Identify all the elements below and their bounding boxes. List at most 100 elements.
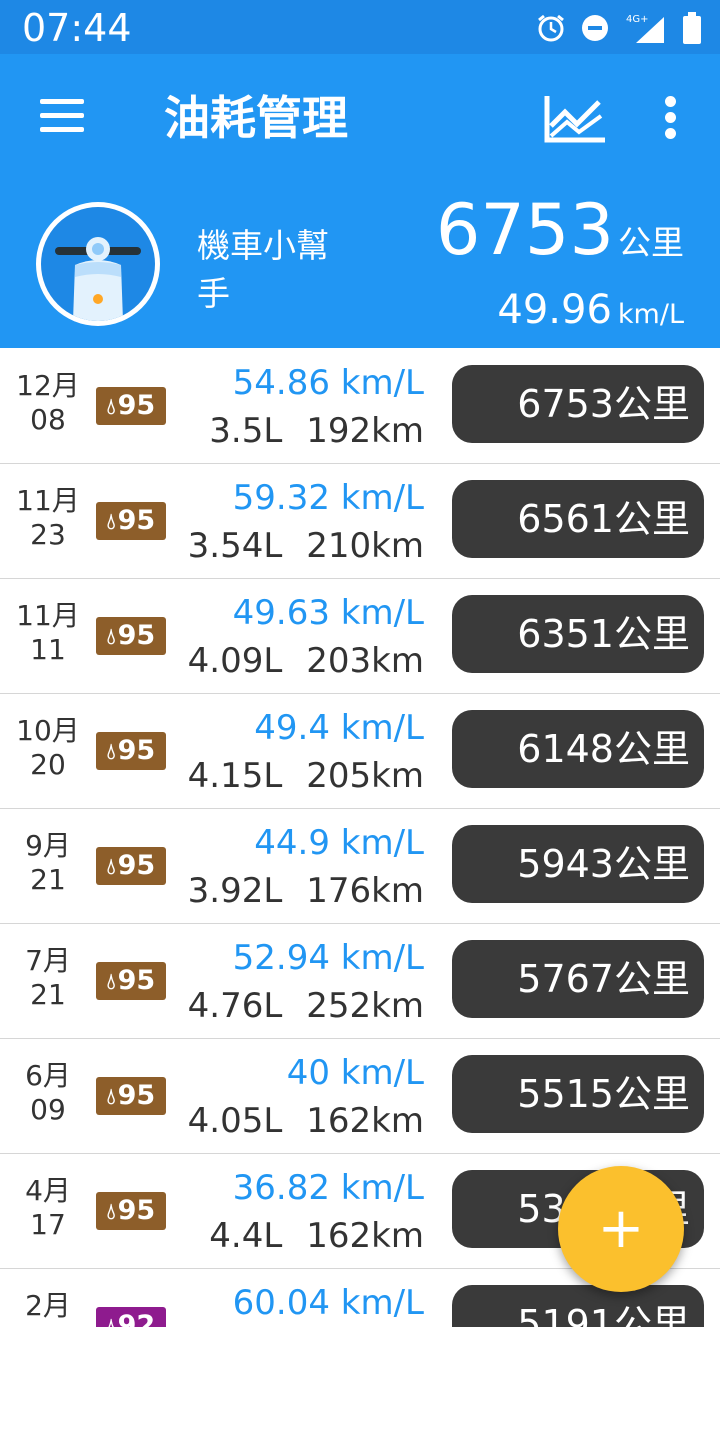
- fuel-grade-badge: 💧︎95: [96, 1192, 166, 1230]
- record-day: 21: [30, 863, 66, 896]
- avg-efficiency-value: 49.96: [497, 287, 612, 333]
- vehicle-name: 機車小幫手: [197, 226, 329, 313]
- fuel-grade-badge: 💧︎95: [96, 1077, 166, 1115]
- record-volume: 4.76L: [187, 986, 283, 1026]
- fuel-drop-icon: 💧︎: [106, 740, 116, 765]
- more-options-button[interactable]: [660, 96, 684, 140]
- page-title: 油耗管理: [164, 91, 348, 145]
- record-efficiency: 49.4 km/L: [254, 708, 424, 748]
- average-efficiency: 49.96 km/L: [497, 288, 684, 332]
- fuel-drop-icon: 💧︎: [106, 855, 116, 880]
- scooter-icon: [55, 237, 141, 321]
- record-distance: 162km: [306, 1216, 424, 1256]
- list-item[interactable]: 6月 09 💧︎95 40 km/L 4.05L 162km 5515公里: [0, 1039, 720, 1154]
- more-vert-icon: [665, 96, 676, 107]
- line-chart-icon: [544, 96, 605, 143]
- record-date: 7月 21: [0, 944, 96, 1012]
- record-efficiency: 49.63 km/L: [232, 593, 424, 633]
- record-date: 10月 20: [0, 714, 96, 782]
- list-item[interactable]: 9月 21 💧︎95 44.9 km/L 3.92L 176km 5943公里: [0, 809, 720, 924]
- fuel-grade: 95: [117, 1195, 156, 1226]
- record-odometer[interactable]: 6561公里: [452, 480, 704, 558]
- app-bar: 油耗管理: [0, 54, 720, 184]
- status-bar: 07:44 4G+: [0, 0, 720, 54]
- record-date: 9月 21: [0, 829, 96, 897]
- fuel-grade-badge: 💧︎95: [96, 617, 166, 655]
- record-day: 23: [30, 518, 66, 551]
- menu-button[interactable]: [40, 97, 86, 137]
- list-item[interactable]: 10月 20 💧︎95 49.4 km/L 4.15L 205km 6148公里: [0, 694, 720, 809]
- list-item[interactable]: 12月 08 💧︎95 54.86 km/L 3.5L 192km 6753公里: [0, 349, 720, 464]
- network-type-label: 4G+: [626, 14, 649, 25]
- fuel-grade: 95: [117, 505, 156, 536]
- record-volume: 3.54L: [187, 526, 283, 566]
- status-time: 07:44: [22, 6, 132, 50]
- fuel-grade-badge: 💧︎92: [96, 1307, 166, 1327]
- record-volume: 3.92L: [187, 871, 283, 911]
- fuel-drop-icon: 💧︎: [106, 970, 116, 995]
- status-icons: 4G+: [536, 8, 702, 48]
- chart-button[interactable]: [543, 94, 607, 146]
- fuel-grade-badge: 💧︎95: [96, 847, 166, 885]
- record-distance: 252km: [306, 986, 424, 1026]
- fuel-drop-icon: 💧︎: [106, 510, 116, 535]
- list-item[interactable]: 11月 11 💧︎95 49.63 km/L 4.09L 203km 6351公里: [0, 579, 720, 694]
- record-distance: 203km: [306, 641, 424, 681]
- avg-efficiency-unit: km/L: [617, 299, 684, 330]
- record-efficiency: 44.9 km/L: [254, 823, 424, 863]
- record-day: 17: [30, 1208, 66, 1241]
- total-odometer: 6753 公里: [436, 195, 684, 265]
- record-volume-distance: 4.09L 203km: [188, 639, 424, 683]
- record-odometer[interactable]: 6351公里: [452, 595, 704, 673]
- record-odometer[interactable]: 5943公里: [452, 825, 704, 903]
- record-date: 11月 11: [0, 599, 96, 667]
- record-date: 11月 23: [0, 484, 96, 552]
- do-not-disturb-icon: [582, 15, 608, 41]
- record-month: 12月: [16, 369, 80, 402]
- record-volume: 4.15L: [187, 756, 283, 796]
- record-day: 09: [30, 1093, 66, 1126]
- record-odometer[interactable]: 5191公里: [452, 1285, 704, 1327]
- record-day: 08: [30, 403, 66, 436]
- fuel-drop-icon: 💧︎: [106, 1085, 116, 1110]
- fuel-drop-icon: 💧︎: [106, 625, 116, 650]
- vehicle-summary: 機車小幫手 6753 公里 49.96 km/L: [0, 184, 720, 348]
- vehicle-avatar[interactable]: [36, 202, 160, 326]
- record-efficiency: 52.94 km/L: [232, 938, 424, 978]
- fuel-drop-icon: 💧︎: [106, 1200, 116, 1225]
- record-month: 9月: [25, 829, 71, 862]
- record-odometer[interactable]: 6753公里: [452, 365, 704, 443]
- record-date: 12月 08: [0, 369, 96, 437]
- fuel-grade-badge: 💧︎95: [96, 502, 166, 540]
- record-day: 21: [30, 978, 66, 1011]
- fuel-grade-badge: 💧︎95: [96, 962, 166, 1000]
- record-volume-distance: 4.76L 252km: [188, 984, 424, 1028]
- record-efficiency: 60.04 km/L: [232, 1283, 424, 1323]
- record-date: 6月 09: [0, 1059, 96, 1127]
- record-volume-distance: 3.54L 210km: [188, 524, 424, 568]
- record-month: 6月: [25, 1059, 71, 1092]
- record-odometer[interactable]: 5515公里: [452, 1055, 704, 1133]
- record-volume: 3.5L: [209, 411, 283, 451]
- list-item[interactable]: 11月 23 💧︎95 59.32 km/L 3.54L 210km 6561公里: [0, 464, 720, 579]
- fuel-grade: 95: [117, 1080, 156, 1111]
- alarm-icon: [538, 14, 564, 42]
- record-odometer[interactable]: 5767公里: [452, 940, 704, 1018]
- record-volume-distance: 4.15L 205km: [188, 754, 424, 798]
- record-efficiency: 40 km/L: [286, 1053, 424, 1093]
- record-month: 10月: [16, 714, 80, 747]
- record-month: 11月: [16, 484, 80, 517]
- fuel-grade: 92: [117, 1310, 156, 1327]
- record-volume-distance: 3.92L 176km: [188, 869, 424, 913]
- record-efficiency: 54.86 km/L: [232, 363, 424, 403]
- record-efficiency: 59.32 km/L: [232, 478, 424, 518]
- total-km-unit: 公里: [618, 223, 684, 262]
- record-distance: 192km: [306, 411, 424, 451]
- record-month: 2月: [25, 1289, 71, 1322]
- record-month: 11月: [16, 599, 80, 632]
- record-date: 2月: [0, 1289, 96, 1323]
- record-distance: 176km: [306, 871, 424, 911]
- add-record-button[interactable]: +: [558, 1166, 684, 1292]
- list-item[interactable]: 7月 21 💧︎95 52.94 km/L 4.76L 252km 5767公里: [0, 924, 720, 1039]
- record-odometer[interactable]: 6148公里: [452, 710, 704, 788]
